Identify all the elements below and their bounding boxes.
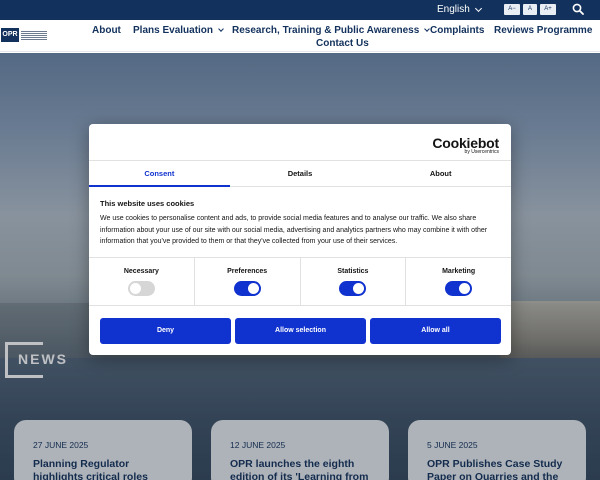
cookie-description: We use cookies to personalise content an…	[100, 215, 488, 245]
category-marketing: Marketing	[405, 258, 511, 305]
cookiebot-logo: Cookiebot by Usercentrics	[432, 135, 499, 155]
site-logo[interactable]: OPR	[1, 28, 47, 42]
statistics-toggle[interactable]	[339, 281, 367, 296]
category-necessary: Necessary	[89, 258, 194, 305]
nav-research-training-label: Research, Training & Public Awareness	[232, 25, 420, 36]
nav-about[interactable]: About	[92, 25, 121, 36]
logo-wordmark	[21, 30, 47, 40]
utility-bar: English A− A A+	[0, 0, 600, 20]
nav-contact-us-label: Contact Us	[316, 38, 369, 49]
cookie-consent-dialog: Cookiebot by Usercentrics Consent Detail…	[89, 124, 511, 355]
category-label: Statistics	[337, 268, 369, 275]
deny-button[interactable]: Deny	[100, 318, 231, 344]
necessary-toggle	[127, 281, 155, 296]
language-label: English	[437, 4, 470, 15]
logo-mark: OPR	[1, 28, 19, 42]
search-icon[interactable]	[572, 3, 584, 15]
main-navigation: OPR About Plans Evaluation Research, Tra…	[0, 20, 600, 52]
nav-complaints[interactable]: Complaints	[430, 25, 484, 36]
category-preferences: Preferences	[193, 258, 300, 305]
chevron-down-icon	[218, 26, 224, 32]
cookie-tabs: Consent Details About	[89, 160, 511, 187]
allow-all-button[interactable]: Allow all	[370, 318, 501, 344]
tab-consent[interactable]: Consent	[89, 161, 230, 187]
font-reset-button[interactable]: A	[523, 4, 537, 15]
nav-contact-us[interactable]: Contact Us	[316, 38, 369, 49]
font-decrease-button[interactable]: A−	[504, 4, 520, 15]
nav-about-label: About	[92, 25, 121, 36]
nav-reviews-programme[interactable]: Reviews Programme	[494, 25, 592, 36]
nav-complaints-label: Complaints	[430, 25, 485, 36]
chevron-down-icon	[474, 4, 482, 12]
nav-research-training[interactable]: Research, Training & Public Awareness	[232, 25, 431, 36]
cookie-heading: This website uses cookies	[100, 199, 195, 208]
cookie-actions: Deny Allow selection Allow all	[100, 318, 501, 344]
nav-reviews-programme-label: Reviews Programme	[494, 25, 593, 36]
cookie-categories: Necessary Preferences Statistics Marketi…	[89, 257, 511, 306]
language-selector[interactable]: English	[437, 4, 482, 15]
allow-selection-button[interactable]: Allow selection	[235, 318, 366, 344]
font-size-controls: A− A A+	[504, 4, 556, 15]
marketing-toggle[interactable]	[445, 281, 473, 296]
preferences-toggle[interactable]	[233, 281, 261, 296]
font-increase-button[interactable]: A+	[540, 4, 556, 15]
category-statistics: Statistics	[299, 258, 406, 305]
nav-plans-evaluation-label: Plans Evaluation	[133, 25, 214, 36]
category-label: Marketing	[442, 268, 476, 275]
category-label: Necessary	[123, 268, 159, 275]
category-label: Preferences	[227, 268, 268, 275]
tab-details[interactable]: Details	[230, 161, 371, 186]
nav-plans-evaluation[interactable]: Plans Evaluation	[133, 25, 224, 36]
tab-about[interactable]: About	[370, 161, 511, 186]
